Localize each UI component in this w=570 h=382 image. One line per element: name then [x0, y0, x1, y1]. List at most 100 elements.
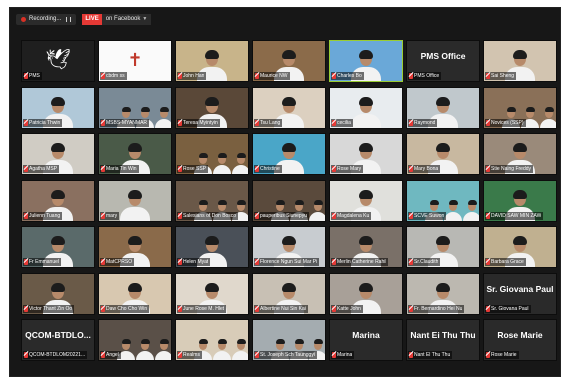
participant-tile[interactable]: Magdalena Ku — [329, 179, 403, 222]
participant-tile[interactable]: Realms — [175, 319, 249, 361]
participant-name-label: Victor Thant Zin Oo — [23, 304, 75, 313]
live-stream-indicator[interactable]: LIVE on Facebook ▼ — [82, 13, 152, 25]
participant-name: Magdalena Ku — [337, 212, 370, 219]
mic-muted-icon — [101, 259, 105, 265]
participant-tile[interactable]: 🕊 PMS — [21, 40, 95, 82]
participant-tile[interactable]: Angel — [98, 319, 172, 361]
mic-muted-icon — [24, 352, 28, 358]
participant-display-name: Rose Marie — [497, 330, 543, 340]
participant-tile[interactable]: Marina Marina — [329, 319, 403, 361]
person-silhouette — [463, 199, 479, 221]
chevron-down-icon: ▼ — [142, 15, 148, 22]
participant-tile[interactable]: Maria Tin Win — [98, 133, 172, 175]
mic-muted-icon — [486, 212, 490, 219]
participant-name-label: cbdm ss — [100, 72, 127, 80]
live-badge: LIVE — [82, 13, 102, 25]
mic-muted-icon — [101, 73, 105, 79]
participant-tile[interactable]: Daw Cho Cho Win — [98, 272, 172, 315]
participant-tile[interactable]: Raymond — [406, 86, 480, 129]
participant-tile[interactable]: Patricia Thwin — [21, 86, 95, 129]
participant-tile[interactable]: John Han — [175, 40, 249, 82]
participant-tile[interactable]: Helen Myat — [175, 226, 249, 268]
mic-muted-icon — [332, 352, 336, 358]
participant-name: Fr. Bernardino Hei Nu — [414, 305, 463, 312]
participant-name: Maurice NW — [260, 73, 288, 79]
pause-icon[interactable] — [66, 16, 72, 22]
participant-tile[interactable]: Charles Bo — [329, 40, 403, 82]
participant-name-label: Sr.Claudith — [408, 258, 441, 266]
participant-tile[interactable]: cecilia — [329, 86, 403, 129]
participant-tile[interactable]: Barbara Grace — [483, 226, 557, 268]
participant-name: Salesians of Don Bosco — [183, 212, 237, 219]
participant-tile[interactable]: Katte John — [329, 272, 403, 315]
participant-tile[interactable]: Agatha MSP — [21, 133, 95, 175]
mic-muted-icon — [486, 73, 490, 79]
participant-tile[interactable]: Nant Ei Thu Thu Nant El Thu Thu — [406, 319, 480, 361]
participant-name-label: John Han — [177, 72, 207, 80]
participant-tile[interactable]: QCOM-BTDLO... QCOM-BTDLOM20221... — [21, 319, 95, 361]
participant-name-label: Maurice NW — [254, 72, 290, 80]
participant-name-label: Katte John — [331, 304, 363, 313]
participant-tile[interactable]: Rose SSP — [175, 133, 249, 175]
live-target-dropdown[interactable]: on Facebook ▼ — [101, 13, 152, 25]
participant-name-label: Tsu Lang — [254, 118, 283, 127]
participant-tile[interactable]: Fr Emmanuel — [21, 226, 95, 268]
participant-name-label: Florence Ngun Sui Mar Pi — [254, 258, 320, 266]
participant-tile[interactable]: Julienn Tuang — [21, 179, 95, 222]
participant-tile[interactable]: Salesians of Don Bosco — [175, 179, 249, 222]
participant-tile[interactable]: Florence Ngun Sui Mar Pi — [252, 226, 326, 268]
participant-name-label: QCOM-BTDLOM20221... — [23, 351, 88, 359]
participant-tile[interactable]: June Rose M. Hlet — [175, 272, 249, 315]
participant-tile[interactable]: Sai Sheng — [483, 40, 557, 82]
participant-name: PMS — [29, 73, 40, 79]
participant-name-label: St. Joseph Sch Taunggyi — [254, 351, 317, 359]
participant-name: June Rose M. Hlet — [183, 305, 225, 312]
participant-tile[interactable]: Merlin Catherine Rahil — [329, 226, 403, 268]
participant-name-label: Rose Marie — [485, 351, 519, 359]
participant-name: Novices (SSP) — [491, 119, 524, 126]
participant-name-label: Merlin Catherine Rahil — [331, 258, 389, 266]
participant-tile[interactable]: Albertine Nui Sin Kai — [252, 272, 326, 315]
participant-tile[interactable]: Sr.Claudith — [406, 226, 480, 268]
person-silhouette — [540, 106, 556, 128]
participant-name: Mary Bona — [414, 166, 439, 172]
participant-tile[interactable]: pauperibus Siunepyu — [252, 179, 326, 222]
participant-tile[interactable]: Christine — [252, 133, 326, 175]
participant-display-name: Nant Ei Thu Thu — [410, 330, 476, 340]
participant-name-label: cecilia — [331, 118, 353, 127]
participant-name-label: Agatha MSP — [23, 165, 60, 173]
participant-tile[interactable]: Fr. Bernardino Hei Nu — [406, 272, 480, 315]
participant-name-label: Maria Tin Win — [100, 165, 139, 173]
record-dot-icon — [21, 16, 26, 22]
participant-name-label: DAVID SAW MIN ZAW — [485, 211, 544, 220]
mic-muted-icon — [255, 73, 259, 79]
participant-tile[interactable]: St. Joseph Sch Taunggyi — [252, 319, 326, 361]
participant-tile[interactable]: MSBS-MYANMAR — [98, 86, 172, 129]
participant-tile[interactable]: DAVID SAW MIN ZAW — [483, 179, 557, 222]
participant-display-name: PMS Office — [420, 51, 466, 61]
participant-name: Tsu Lang — [260, 119, 281, 126]
mic-muted-icon — [255, 259, 259, 265]
participant-tile[interactable]: Rose Mary — [329, 133, 403, 175]
participant-name-label: Raymond — [408, 118, 438, 127]
participant-tile[interactable]: Stie Naing Freddy — [483, 133, 557, 175]
participant-tile[interactable]: Novices (SSP) — [483, 86, 557, 129]
participant-tile[interactable]: SCVE Suwon — [406, 179, 480, 222]
participant-name-label: Realms — [177, 351, 202, 359]
recording-indicator[interactable]: Recording... — [16, 13, 77, 25]
participant-tile[interactable]: PMS Office PMS Office — [406, 40, 480, 82]
participant-tile[interactable]: ✝ cbdm ss — [98, 40, 172, 82]
participant-tile[interactable]: MatCPRSO — [98, 226, 172, 268]
participant-tile[interactable]: Teresa Myintyin — [175, 86, 249, 129]
participant-name: Julienn Tuang — [29, 212, 61, 219]
participant-tile[interactable]: Tsu Lang — [252, 86, 326, 129]
participant-tile[interactable]: Rose Marie Rose Marie — [483, 319, 557, 361]
person-silhouette — [444, 199, 462, 221]
participant-name: Barbara Grace — [491, 259, 524, 265]
mic-muted-icon — [101, 352, 105, 358]
participant-tile[interactable]: Victor Thant Zin Oo — [21, 272, 95, 315]
participant-tile[interactable]: Mary Bona — [406, 133, 480, 175]
participant-tile[interactable]: Sr. Giovana Paul Sr. Giovana Paul — [483, 272, 557, 315]
participant-tile[interactable]: Maurice NW — [252, 40, 326, 82]
participant-tile[interactable]: mary — [98, 179, 172, 222]
